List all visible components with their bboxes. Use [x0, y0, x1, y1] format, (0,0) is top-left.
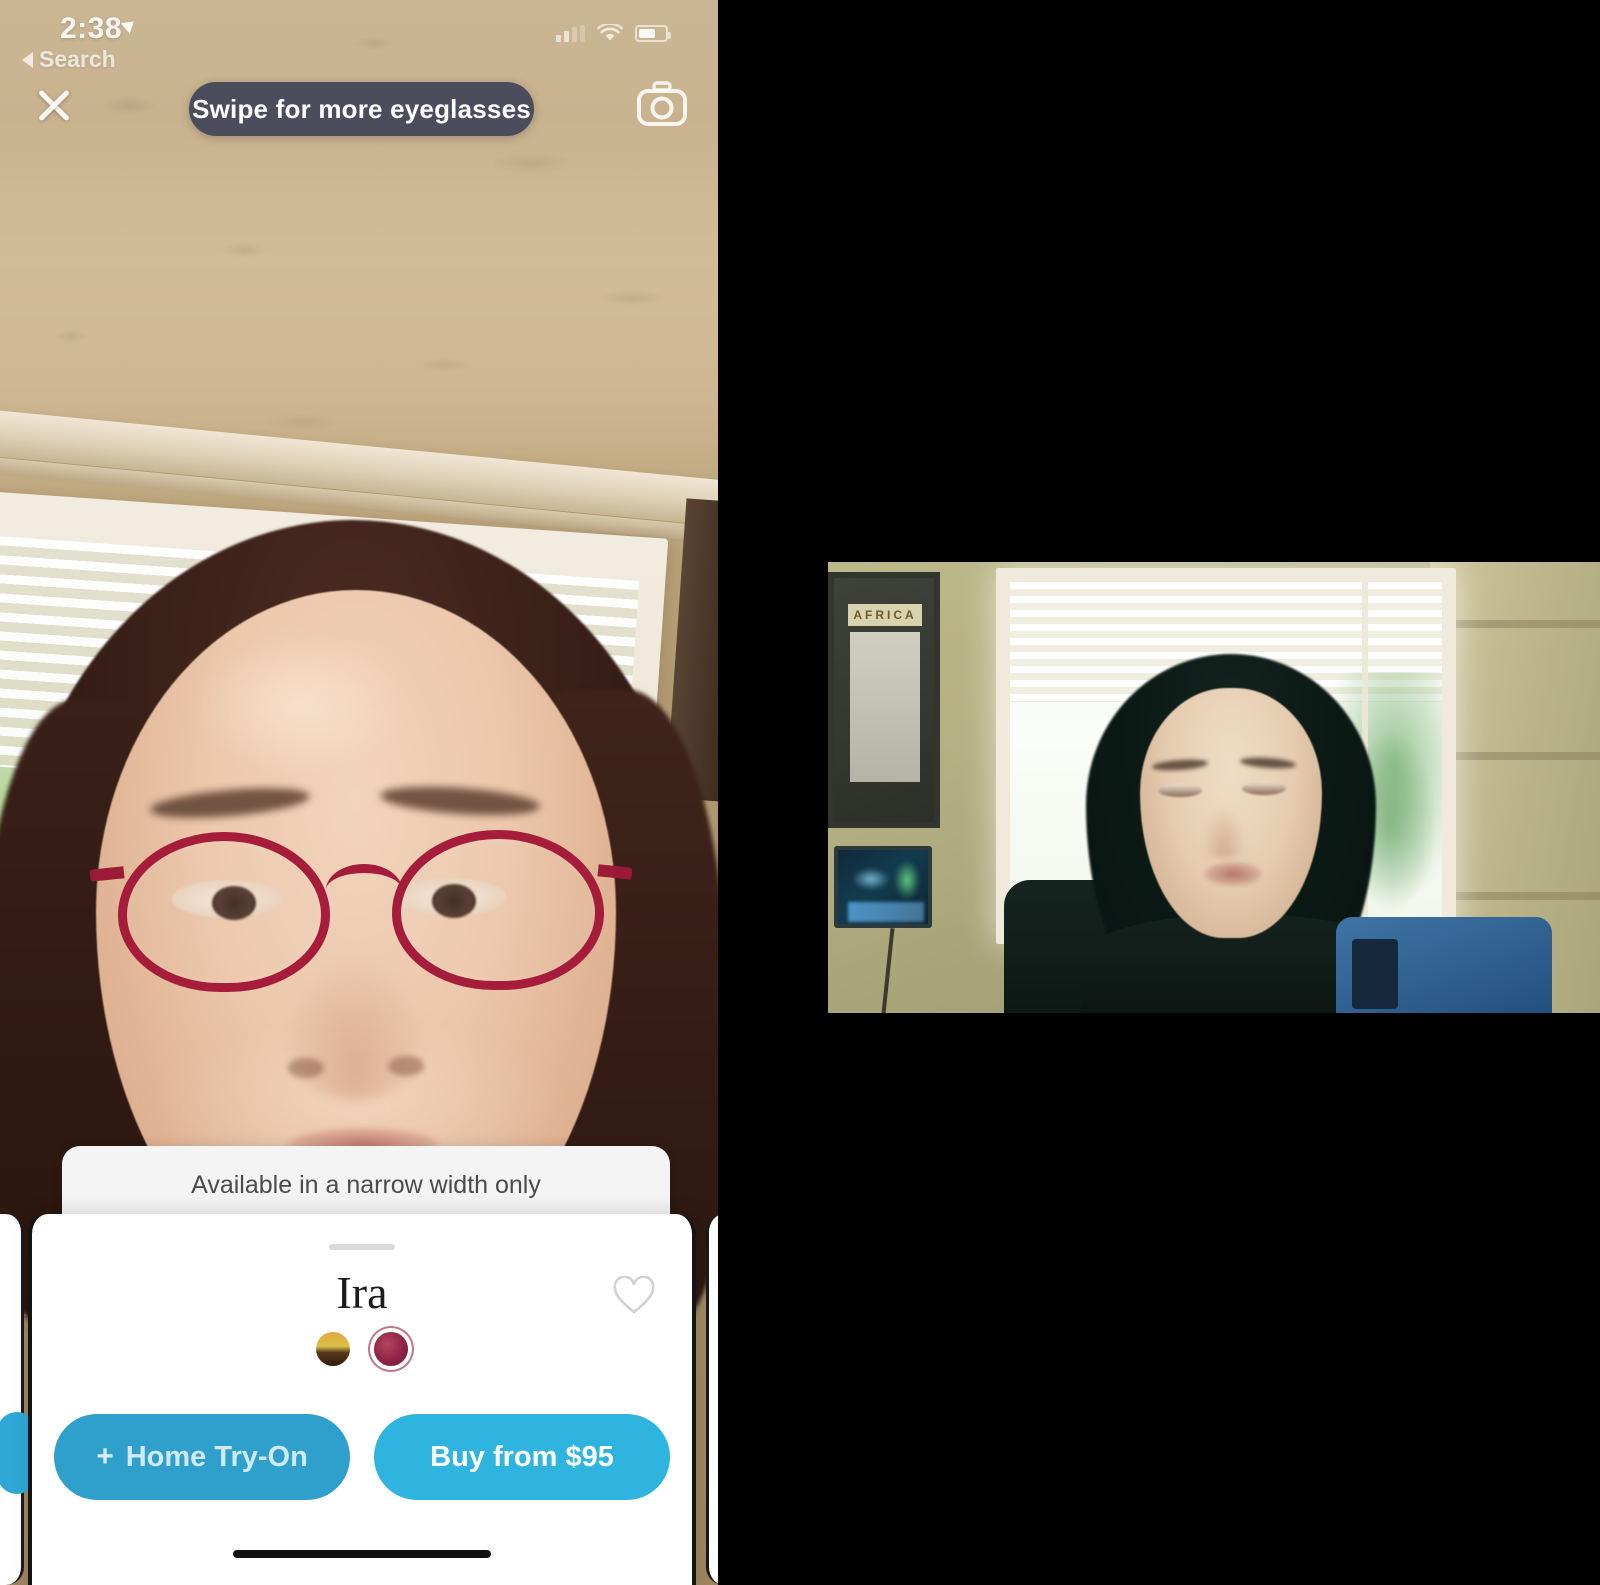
- thermostat-glow-3: [848, 902, 924, 922]
- nostril-left: [288, 1058, 324, 1078]
- product-title: Ira: [336, 1267, 388, 1318]
- glasses-lens-right: [392, 830, 604, 990]
- drag-handle[interactable]: [329, 1244, 395, 1250]
- handheld-device: [1336, 917, 1552, 1013]
- wifi-icon: [597, 24, 623, 43]
- smart-thermostat-display: [834, 846, 932, 928]
- nostril-right: [388, 1056, 424, 1076]
- poster-image: [850, 632, 920, 782]
- close-x-icon[interactable]: [32, 83, 76, 127]
- thermostat-glow-2: [894, 860, 920, 900]
- glasses-temple-left: [89, 866, 125, 882]
- location-arrow-icon: [120, 16, 139, 34]
- thermostat-glow-1: [852, 868, 890, 890]
- handheld-device-screen: [1352, 939, 1398, 1009]
- buy-button-label: Buy from $95: [430, 1440, 614, 1473]
- ar-eyeglasses-overlay: [89, 830, 633, 1000]
- swatch-burgundy-selected[interactable]: [374, 1332, 408, 1366]
- status-time: 2:38: [60, 12, 123, 45]
- camera-icon[interactable]: [634, 80, 690, 132]
- status-indicators: [556, 24, 671, 43]
- glasses-lens-left: [118, 832, 330, 992]
- heart-outline-icon[interactable]: [612, 1275, 656, 1316]
- carousel-card-next[interactable]: [706, 1214, 718, 1585]
- narrow-width-banner-text: Available in a narrow width only: [191, 1170, 541, 1199]
- cta-row: + Home Try-On Buy from $95: [54, 1414, 670, 1500]
- participant-mouth: [1204, 862, 1262, 886]
- video-call-participant[interactable]: AFRICA: [828, 562, 1600, 1013]
- home-try-on-label: Home Try-On: [125, 1440, 308, 1473]
- participant-nose: [1202, 806, 1246, 858]
- swatch-gold-tortoise[interactable]: [316, 1332, 350, 1366]
- participant-eye-left: [1158, 784, 1202, 797]
- framed-poster: AFRICA: [828, 572, 940, 828]
- battery-icon: [635, 25, 671, 42]
- back-to-search-link[interactable]: Search: [22, 46, 116, 73]
- color-swatch-list: [316, 1332, 408, 1366]
- swipe-hint-label: Swipe for more eyeglasses: [192, 93, 531, 124]
- plus-icon: +: [96, 1440, 114, 1473]
- screen-root: 2:38 Search Swipe for more eyeglasses Av…: [0, 0, 1600, 1585]
- forehead-highlight: [190, 630, 410, 780]
- glasses-temple-right: [597, 864, 633, 880]
- poster-caption: AFRICA: [848, 604, 922, 626]
- glasses-bridge: [326, 864, 402, 890]
- product-card: Ira + Home Try-On Buy from $95: [28, 1214, 696, 1585]
- participant-eye-right: [1242, 782, 1286, 795]
- swipe-hint-pill: Swipe for more eyeglasses: [189, 82, 534, 136]
- phone-screen: 2:38 Search Swipe for more eyeglasses Av…: [0, 0, 718, 1585]
- buy-button[interactable]: Buy from $95: [374, 1414, 670, 1500]
- narrow-width-banner: Available in a narrow width only: [62, 1146, 670, 1224]
- carousel-card-previous[interactable]: [0, 1214, 37, 1585]
- home-try-on-button[interactable]: + Home Try-On: [54, 1414, 350, 1500]
- back-link-label: Search: [39, 46, 116, 72]
- home-indicator: [233, 1550, 491, 1558]
- back-triangle-icon: [22, 51, 33, 68]
- cellular-bars-icon: [556, 25, 585, 42]
